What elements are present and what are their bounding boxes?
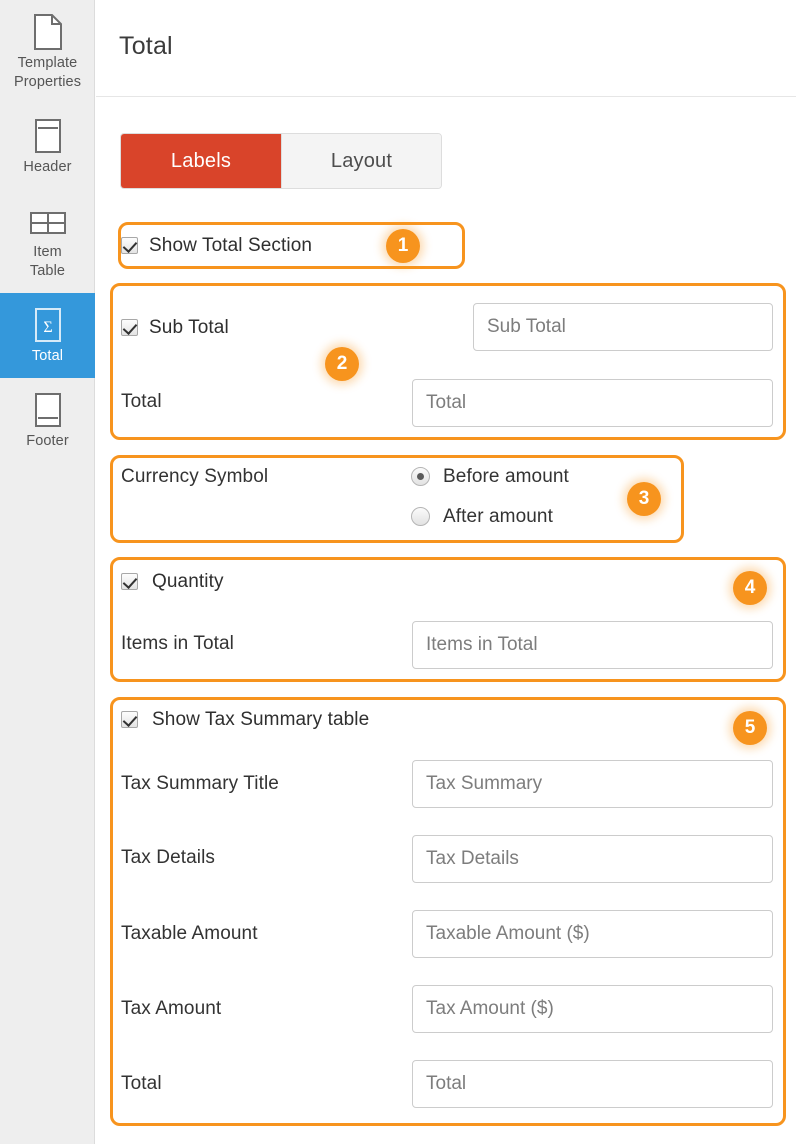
badge-5: 5 [733,711,767,745]
currency-symbol-label: Currency Symbol [121,466,268,488]
items-in-total-label: Items in Total [121,633,234,655]
tax-details-input[interactable] [412,835,773,883]
sub-total-checkbox[interactable] [121,319,138,336]
tax-amount-input[interactable] [412,985,773,1033]
form-overlay: Show Total Section 1 Sub Total 2 Total C… [0,0,796,1144]
show-total-section-checkbox[interactable] [121,237,138,254]
show-total-section-label: Show Total Section [149,235,312,257]
tax-total-label: Total [121,1073,162,1095]
tax-total-input[interactable] [412,1060,773,1108]
tax-summary-title-label: Tax Summary Title [121,773,279,795]
radio-before-amount-label: Before amount [443,466,569,488]
items-in-total-input[interactable] [412,621,773,669]
quantity-checkbox[interactable] [121,573,138,590]
badge-3: 3 [627,482,661,516]
taxable-amount-input[interactable] [412,910,773,958]
quantity-label: Quantity [152,571,224,593]
total-input[interactable] [412,379,773,427]
tax-amount-label: Tax Amount [121,998,221,1020]
radio-after-amount-label: After amount [443,506,553,528]
app-root: TemplateProperties Header ItemTable [0,0,796,1144]
badge-1: 1 [386,229,420,263]
tax-details-label: Tax Details [121,847,215,869]
taxable-amount-label: Taxable Amount [121,923,258,945]
total-label: Total [121,391,162,413]
show-tax-summary-label: Show Tax Summary table [152,709,369,731]
badge-2: 2 [325,347,359,381]
radio-after-amount[interactable] [411,507,430,526]
tax-summary-title-input[interactable] [412,760,773,808]
sub-total-label: Sub Total [149,317,229,339]
badge-4: 4 [733,571,767,605]
sub-total-input[interactable] [473,303,773,351]
show-tax-summary-checkbox[interactable] [121,711,138,728]
radio-before-amount[interactable] [411,467,430,486]
